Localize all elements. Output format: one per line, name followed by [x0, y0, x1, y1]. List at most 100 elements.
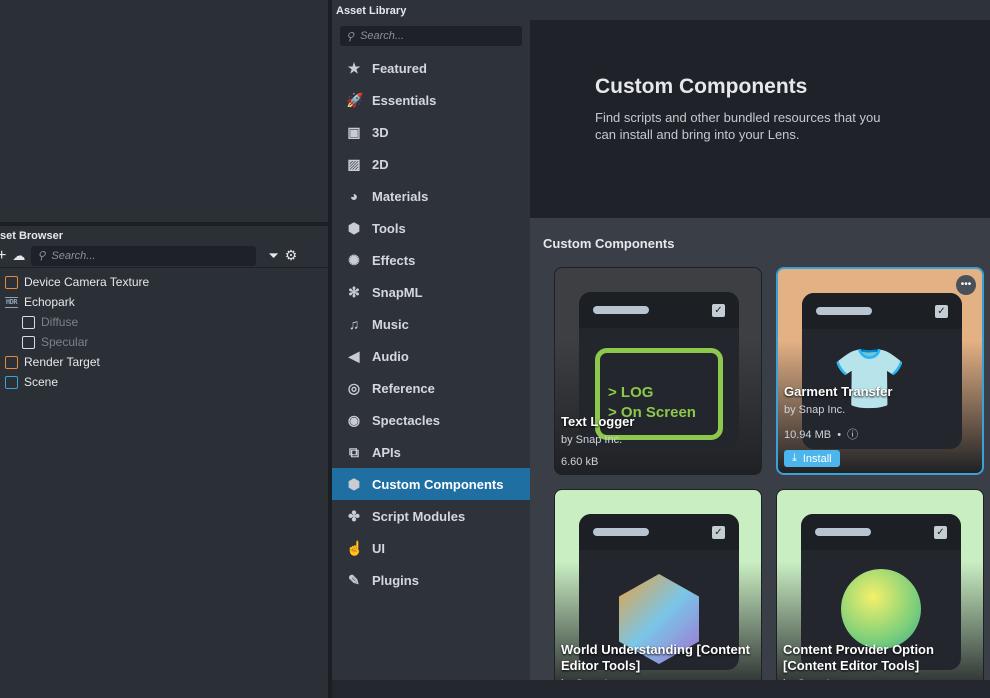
category-sidebar: ⚲ Search... ★ Featured 🚀 Essentials ▣ 3D ▨ 2D ◕ M…: [332, 20, 530, 680]
filter-icon[interactable]: ⏷: [268, 248, 278, 264]
category-3d[interactable]: ▣ 3D: [332, 116, 530, 148]
custom-components-icon: ⬢: [347, 475, 361, 492]
sphere-icon: [841, 569, 921, 649]
category-2d[interactable]: ▨ 2D: [332, 148, 530, 180]
category-label: 2D: [372, 156, 389, 172]
component-card[interactable]: ✓ Content Provider Option [Content Editor…: [776, 489, 984, 680]
category-label: Custom Components: [372, 476, 504, 492]
card-title: Text Logger: [561, 414, 635, 429]
hero-title: Custom Components: [595, 75, 808, 98]
check-icon: ✓: [934, 526, 947, 539]
category-snapml[interactable]: ✻ SnapML: [332, 276, 530, 308]
asset-item-label: Specular: [41, 335, 89, 349]
panel-title: Asset Library: [336, 5, 407, 17]
asset-search-input[interactable]: ⚲ Search...: [31, 245, 257, 266]
section-title: Custom Components: [543, 236, 675, 251]
category-spectacles[interactable]: ◉ Spectacles: [332, 404, 530, 436]
install-button[interactable]: ⤓ Install: [784, 450, 840, 467]
check-icon: ✓: [712, 526, 725, 539]
card-size: 10.94 MB: [784, 429, 832, 441]
asset-item-label: Render Target: [24, 355, 100, 369]
hero-description: Find scripts and other bundled resources…: [595, 110, 881, 142]
category-music[interactable]: ♫ Music: [332, 308, 530, 340]
cloud-icon[interactable]: ☁: [12, 248, 25, 264]
asset-item-label: Scene: [24, 375, 59, 389]
category-effects[interactable]: ✺ Effects: [332, 244, 530, 276]
asset-type-icon: [22, 315, 35, 329]
more-options-button[interactable]: •••: [956, 275, 976, 295]
category-custom-components[interactable]: ⬢ Custom Components: [332, 468, 530, 500]
category-label: Featured: [372, 60, 427, 76]
asset-browser-panel: set Browser + ☁ ⚲ Search... ⏷ ⚙ Device C…: [0, 226, 328, 698]
asset-type-icon: [5, 275, 18, 289]
category-featured[interactable]: ★ Featured: [332, 52, 530, 84]
card-author: by Snap Inc.: [784, 404, 846, 416]
library-search-input[interactable]: ⚲ Search...: [340, 26, 522, 46]
tools-icon: ⬢: [347, 219, 361, 236]
category-essentials[interactable]: 🚀 Essentials: [332, 84, 530, 116]
asset-item[interactable]: Render Target: [0, 352, 328, 372]
snapml-icon: ✻: [348, 283, 360, 300]
category-label: Script Modules: [372, 508, 466, 524]
category-tools[interactable]: ⬢ Tools: [332, 212, 530, 244]
category-apis[interactable]: ⧉ APIs: [332, 436, 530, 468]
content-area: Custom Components Find scripts and other…: [530, 20, 990, 680]
category-label: Audio: [372, 348, 409, 364]
asset-item-label: Echopark: [24, 295, 75, 309]
reference-icon: ◎: [347, 379, 361, 396]
category-label: UI: [372, 540, 385, 556]
asset-tree: Device Camera Texture HDR Echopark Diffuse S…: [0, 268, 328, 392]
asset-item[interactable]: HDR Echopark: [0, 292, 328, 312]
check-icon: ✓: [712, 304, 725, 317]
component-card[interactable]: ✓ > LOG > On Screen Text Logger by Snap Inc…: [554, 267, 762, 475]
asset-item[interactable]: Scene: [0, 372, 328, 392]
materials-icon: ◕: [349, 188, 359, 204]
search-icon: ⚲: [346, 30, 355, 43]
category-label: Essentials: [372, 92, 437, 108]
category-label: Music: [372, 316, 409, 332]
category-ui[interactable]: ☝ UI: [332, 532, 530, 564]
asset-library-panel: Asset Library ⚲ Search... ★ Featured 🚀 Esse…: [332, 0, 990, 698]
check-icon: ✓: [935, 305, 948, 318]
asset-item-label: Diffuse: [41, 315, 79, 329]
gear-icon[interactable]: ⚙: [285, 247, 298, 264]
search-icon: ⚲: [37, 250, 46, 262]
info-icon[interactable]: ⓘ: [847, 429, 858, 441]
spectacles-icon: ◉: [347, 411, 361, 428]
asset-item[interactable]: Device Camera Texture: [0, 272, 328, 292]
music-icon: ♫: [348, 316, 360, 332]
component-card[interactable]: ✓ World Understanding [Content Editor Too…: [554, 489, 762, 680]
card-author: by Snap Inc.: [561, 434, 623, 446]
category-script-modules[interactable]: ✤ Script Modules: [332, 500, 530, 532]
apis-icon: ⧉: [349, 443, 359, 460]
status-bar: [332, 680, 990, 698]
2d-icon: ▨: [347, 155, 361, 172]
category-label: Materials: [372, 188, 429, 204]
asset-item-label: Device Camera Texture: [24, 275, 150, 289]
scene-viewport: [0, 0, 328, 222]
asset-item[interactable]: Diffuse: [0, 312, 328, 332]
add-icon[interactable]: +: [0, 247, 6, 265]
category-label: Effects: [372, 252, 416, 268]
component-card[interactable]: ✓ 👕 ••• Garment Transfer by Snap Inc. 10.94 M…: [776, 267, 984, 475]
essentials-icon: 🚀: [346, 91, 364, 108]
ui-icon: ☝: [346, 539, 364, 556]
featured-icon: ★: [347, 59, 361, 76]
category-materials[interactable]: ◕ Materials: [332, 180, 530, 212]
category-label: Plugins: [372, 572, 419, 588]
category-label: Tools: [372, 220, 406, 236]
card-title: World Understanding [Content Editor Tool…: [561, 642, 750, 673]
category-label: Reference: [372, 380, 435, 396]
category-label: APIs: [372, 444, 401, 460]
asset-type-icon: [5, 375, 18, 389]
asset-item[interactable]: Specular: [0, 332, 328, 352]
category-plugins[interactable]: ✎ Plugins: [332, 564, 530, 596]
hdr-icon: HDR: [5, 296, 18, 308]
category-audio[interactable]: ◀ Audio: [332, 340, 530, 372]
category-reference[interactable]: ◎ Reference: [332, 372, 530, 404]
audio-icon: ◀: [348, 347, 360, 364]
category-label: SnapML: [372, 284, 423, 300]
asset-type-icon: [22, 335, 35, 349]
asset-type-icon: [5, 355, 18, 369]
hero-banner: Custom Components Find scripts and other…: [530, 20, 990, 218]
